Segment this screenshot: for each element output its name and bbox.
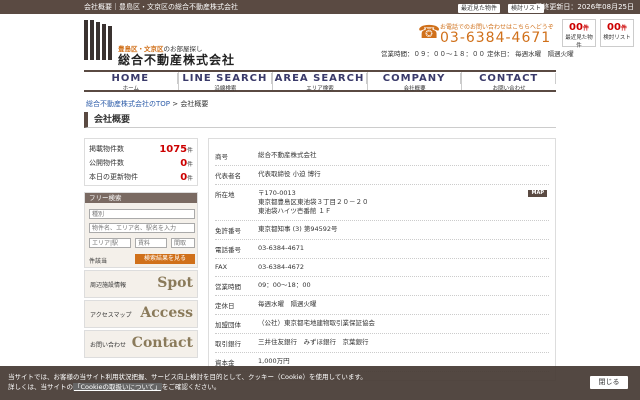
saved-button[interactable]: 検討リスト	[508, 4, 545, 13]
breadcrumb-home-link[interactable]: 総合不動産株式会社のTOP	[86, 100, 170, 108]
global-nav: HOME ホーム LINE SEARCH 沿線検索 AREA SEARCH エリア検索…	[84, 70, 556, 92]
layout-select[interactable]	[171, 238, 195, 248]
info-row: 商号 総合不動産株式会社	[215, 147, 549, 166]
nav-company[interactable]: COMPANY 会社概要	[368, 72, 463, 92]
nav-home[interactable]: HOME ホーム	[84, 72, 179, 92]
map-button[interactable]: MAP	[528, 190, 547, 197]
cookie-close-button[interactable]: 閉じる	[590, 376, 628, 389]
nav-area-search[interactable]: AREA SEARCH エリア検索	[273, 72, 368, 92]
info-row: 電話番号 03-6384-4671	[215, 240, 549, 259]
spot-banner[interactable]: 周辺施設情報 Spot	[84, 270, 198, 298]
keyword-input[interactable]	[89, 223, 195, 233]
type-select[interactable]	[89, 209, 195, 219]
breadcrumb-current: 会社概要	[180, 100, 209, 108]
contact-banner[interactable]: お問い合わせ Contact	[84, 330, 198, 358]
info-row: 取引銀行 三井住友銀行 みずほ銀行 京葉銀行	[215, 334, 549, 353]
search-count-label: 件該当	[89, 258, 108, 265]
page-title: 会社概要	[84, 112, 556, 128]
info-row: 加盟団体 （公社）東京都宅地建物取引業保証協会	[215, 315, 549, 334]
access-banner[interactable]: アクセスマップ Access	[84, 300, 198, 328]
info-row: 営業時間 09：00〜18：00	[215, 277, 549, 296]
cookie-text-line2: 詳しくは、当サイトの「Cookieの取扱いについて」をご確認ください。	[8, 383, 221, 391]
phone-icon: ☎	[418, 22, 441, 43]
listing-stats: 掲載物件数 1075件 公開物件数 0件 本日の更新物件 0件	[84, 138, 198, 186]
phone-number[interactable]: 03-6384-4671	[440, 30, 551, 46]
rent-select[interactable]	[135, 238, 167, 248]
business-hours: 営業時間：０９：００〜１８：００ 定休日： 毎週水曜 隔週火曜	[381, 50, 574, 58]
nav-line-search[interactable]: LINE SEARCH 沿線検索	[179, 72, 274, 92]
info-row: 代表者名 代表取締役 小迫 博行	[215, 166, 549, 185]
info-row: 免許番号 東京都知事 (3) 第94592号	[215, 221, 549, 240]
info-row: FAX 03-6384-4672	[215, 259, 549, 277]
cookie-text-line1: 当サイトでは、お客様の当サイト利用状況把握、サービス向上検討を目的として、クッキ…	[8, 373, 367, 381]
recent-button[interactable]: 最近見た物件	[458, 4, 501, 13]
info-row: 所在地 〒170-0013 東京都豊島区東池袋３丁目２０－２０ 東池袋ハイツ壱番館…	[215, 185, 549, 221]
recent-counter[interactable]: 00件 最近見た物件	[562, 19, 596, 49]
nav-contact[interactable]: CONTACT お問い合わせ	[462, 72, 556, 92]
search-header: フリー検索	[85, 193, 197, 203]
cookie-banner: 当サイトでは、お客様の当サイト利用状況把握、サービス向上検討を目的として、クッキ…	[0, 366, 640, 400]
info-row: 定休日 毎週水曜 隔週火曜	[215, 296, 549, 315]
saved-counter[interactable]: 00件 検討リスト	[600, 19, 634, 47]
free-search-box: フリー検索 件該当 検索結果を見る	[84, 192, 198, 268]
logo-name[interactable]: 総合不動産株式会社	[118, 51, 235, 68]
last-updated: 最終更新日：2026年08月25日	[535, 3, 634, 11]
breadcrumb: 総合不動産株式会社のTOP > 会社概要	[86, 100, 209, 108]
area-select[interactable]	[89, 238, 131, 248]
site-tagline: 会社概要｜豊島区・文京区の総合不動産株式会社	[84, 3, 238, 11]
company-info-table: 商号 総合不動産株式会社 代表者名 代表取締役 小迫 博行 所在地 〒170-0013…	[208, 138, 556, 381]
logo-mark-icon[interactable]	[84, 20, 112, 60]
cookie-policy-link[interactable]: 「Cookieの取扱いについて」	[73, 383, 162, 391]
search-submit-button[interactable]: 検索結果を見る	[135, 254, 195, 264]
